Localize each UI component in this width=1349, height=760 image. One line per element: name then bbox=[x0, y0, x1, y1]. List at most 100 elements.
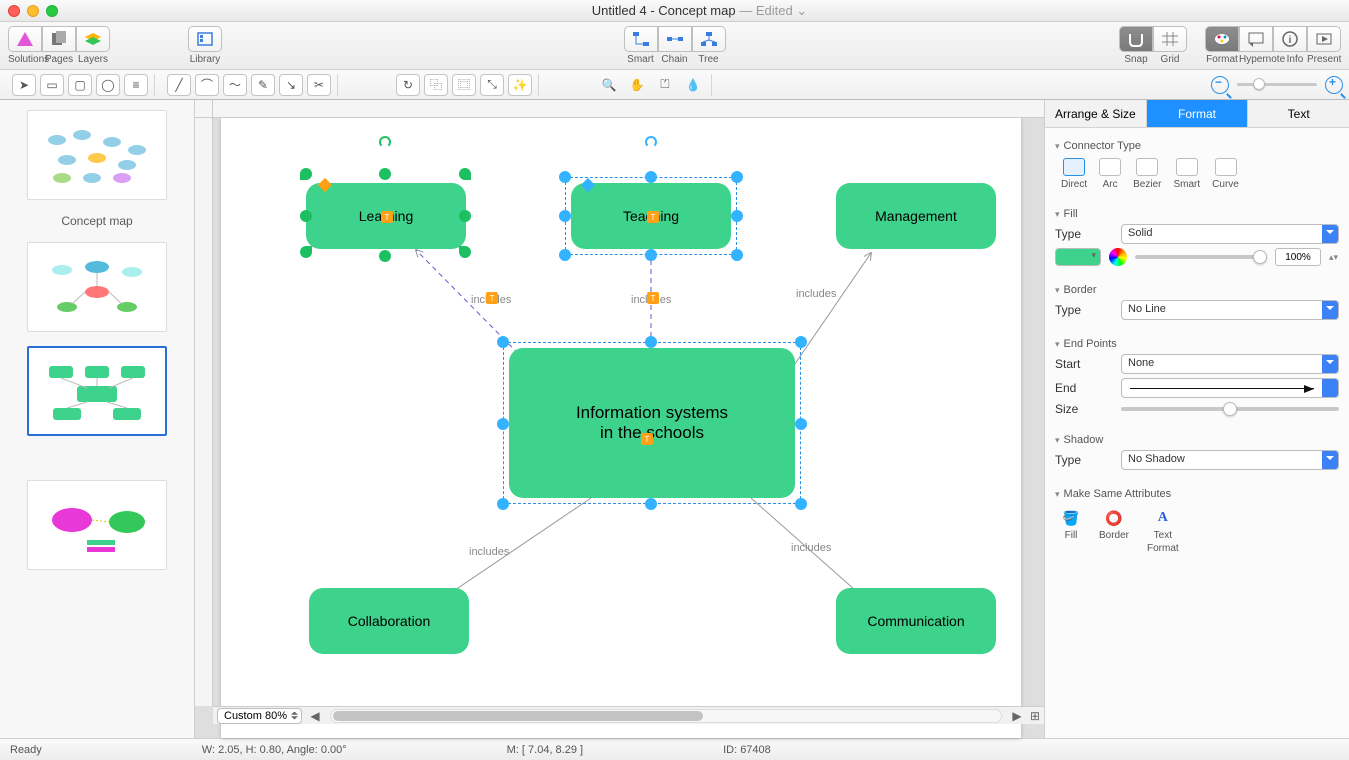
magic-tool[interactable]: ✨ bbox=[508, 74, 532, 96]
layers-button[interactable] bbox=[76, 26, 110, 52]
info-button[interactable]: i bbox=[1273, 26, 1307, 52]
crop-tool[interactable]: ✂ bbox=[307, 74, 331, 96]
rect-tool[interactable]: ▢ bbox=[68, 74, 92, 96]
pen-tool[interactable]: ✎ bbox=[251, 74, 275, 96]
end-dropdown[interactable] bbox=[1121, 378, 1339, 398]
tab-text[interactable]: Text bbox=[1248, 100, 1349, 127]
resize-handle[interactable] bbox=[497, 498, 509, 510]
close-button[interactable] bbox=[8, 5, 20, 17]
resize-handle[interactable] bbox=[731, 210, 743, 222]
minimize-button[interactable] bbox=[27, 5, 39, 17]
page-thumb-2[interactable] bbox=[27, 242, 167, 332]
arc-tool[interactable]: ⌒ bbox=[195, 74, 219, 96]
node-comm[interactable]: Communication bbox=[836, 588, 996, 654]
rotate-handle-icon[interactable] bbox=[645, 136, 657, 148]
section-header[interactable]: Fill bbox=[1055, 208, 1339, 220]
hypernote-button[interactable] bbox=[1239, 26, 1273, 52]
resize-handle[interactable] bbox=[795, 418, 807, 430]
attr-border[interactable]: ⭕Border bbox=[1099, 508, 1129, 554]
attr-fill[interactable]: 🪣Fill bbox=[1061, 508, 1081, 554]
resize-handle[interactable] bbox=[497, 418, 509, 430]
tree-button[interactable] bbox=[692, 26, 726, 52]
prev-page-icon[interactable]: ◀ bbox=[306, 708, 324, 724]
size-slider[interactable] bbox=[1121, 407, 1339, 411]
rotate-tool[interactable]: ↻ bbox=[396, 74, 420, 96]
text-anchor-icon[interactable]: T bbox=[647, 211, 659, 223]
grid-button[interactable] bbox=[1153, 26, 1187, 52]
page-thumb-4[interactable] bbox=[27, 480, 167, 570]
resize-handle[interactable] bbox=[645, 249, 657, 261]
resize-handle[interactable] bbox=[559, 171, 571, 183]
ruler-horizontal[interactable] bbox=[213, 100, 1044, 118]
tab-arrange[interactable]: Arrange & Size bbox=[1045, 100, 1147, 127]
resize-handle[interactable] bbox=[300, 168, 312, 180]
select-tool[interactable]: ➤ bbox=[12, 74, 36, 96]
resize-handle[interactable] bbox=[459, 168, 471, 180]
color-wheel-icon[interactable] bbox=[1109, 248, 1127, 266]
library-button[interactable] bbox=[188, 26, 222, 52]
text-tool[interactable]: ≡ bbox=[124, 74, 148, 96]
next-page-icon[interactable]: ▶ bbox=[1008, 708, 1026, 724]
section-header[interactable]: End Points bbox=[1055, 338, 1339, 350]
hscroll-thumb[interactable] bbox=[333, 711, 703, 721]
connector-tool[interactable]: ↘ bbox=[279, 74, 303, 96]
opacity-field[interactable]: 100% bbox=[1275, 248, 1321, 266]
zoom-in-icon[interactable]: + bbox=[1325, 76, 1343, 94]
zoom-button[interactable] bbox=[46, 5, 58, 17]
resize-handle[interactable] bbox=[300, 210, 312, 222]
format-panel-button[interactable] bbox=[1205, 26, 1239, 52]
spline-tool[interactable]: 〜 bbox=[223, 74, 247, 96]
conn-bezier[interactable]: Bezier bbox=[1133, 158, 1161, 190]
resize-handle[interactable] bbox=[731, 171, 743, 183]
hscroll-track[interactable] bbox=[330, 709, 1002, 723]
zoom-out-icon[interactable]: − bbox=[1211, 76, 1229, 94]
shadow-type-dropdown[interactable]: No Shadow bbox=[1121, 450, 1339, 470]
zoom-slider[interactable] bbox=[1237, 83, 1317, 86]
edit-points-tool[interactable]: ⤡ bbox=[480, 74, 504, 96]
resize-handle[interactable] bbox=[379, 250, 391, 262]
stamp-tool-icon[interactable]: ⏍ bbox=[653, 74, 677, 96]
resize-handle[interactable] bbox=[645, 336, 657, 348]
text-anchor-icon[interactable]: T bbox=[381, 211, 393, 223]
conn-direct[interactable]: Direct bbox=[1061, 158, 1087, 190]
conn-smart[interactable]: Smart bbox=[1173, 158, 1200, 190]
text-anchor-icon[interactable]: T bbox=[641, 433, 653, 445]
page-surface[interactable]: includes T includes T includes includes … bbox=[221, 118, 1021, 738]
resize-handle[interactable] bbox=[795, 498, 807, 510]
resize-handle[interactable] bbox=[645, 498, 657, 510]
rotate-handle-icon[interactable] bbox=[379, 136, 391, 148]
border-type-dropdown[interactable]: No Line bbox=[1121, 300, 1339, 320]
page-thumb-3[interactable] bbox=[27, 346, 167, 436]
ungroup-tool[interactable]: ⿴ bbox=[452, 74, 476, 96]
group-tool[interactable]: ⿻ bbox=[424, 74, 448, 96]
canvas-viewport[interactable]: includes T includes T includes includes … bbox=[213, 118, 1044, 706]
chain-button[interactable] bbox=[658, 26, 692, 52]
conn-curve[interactable]: Curve bbox=[1212, 158, 1239, 190]
resize-handle[interactable] bbox=[497, 336, 509, 348]
present-button[interactable] bbox=[1307, 26, 1341, 52]
opacity-slider[interactable] bbox=[1135, 255, 1267, 259]
title-dropdown-icon[interactable]: ⌄ bbox=[796, 3, 807, 18]
resize-handle[interactable] bbox=[300, 246, 312, 258]
conn-arc[interactable]: Arc bbox=[1099, 158, 1121, 190]
resize-handle[interactable] bbox=[559, 210, 571, 222]
edge-anchor-icon[interactable]: T bbox=[647, 292, 659, 304]
resize-handle[interactable] bbox=[559, 249, 571, 261]
page-thumb-1[interactable] bbox=[27, 110, 167, 200]
resize-handle[interactable] bbox=[795, 336, 807, 348]
tab-format[interactable]: Format bbox=[1147, 100, 1249, 127]
section-header[interactable]: Make Same Attributes bbox=[1055, 488, 1339, 500]
eyedropper-tool-icon[interactable]: 💧 bbox=[681, 74, 705, 96]
line-tool[interactable]: ╱ bbox=[167, 74, 191, 96]
ruler-vertical[interactable] bbox=[195, 118, 213, 706]
pan-tool-icon[interactable]: ✋ bbox=[625, 74, 649, 96]
resize-handle[interactable] bbox=[459, 246, 471, 258]
edge-anchor-icon[interactable]: T bbox=[486, 292, 498, 304]
marquee-tool[interactable]: ▭ bbox=[40, 74, 64, 96]
section-header[interactable]: Connector Type bbox=[1055, 140, 1339, 152]
fill-type-dropdown[interactable]: Solid bbox=[1121, 224, 1339, 244]
ellipse-tool[interactable]: ◯ bbox=[96, 74, 120, 96]
page-options-icon[interactable]: ⊞ bbox=[1026, 708, 1044, 724]
zoom-tool-icon[interactable]: 🔍 bbox=[597, 74, 621, 96]
resize-handle[interactable] bbox=[645, 171, 657, 183]
